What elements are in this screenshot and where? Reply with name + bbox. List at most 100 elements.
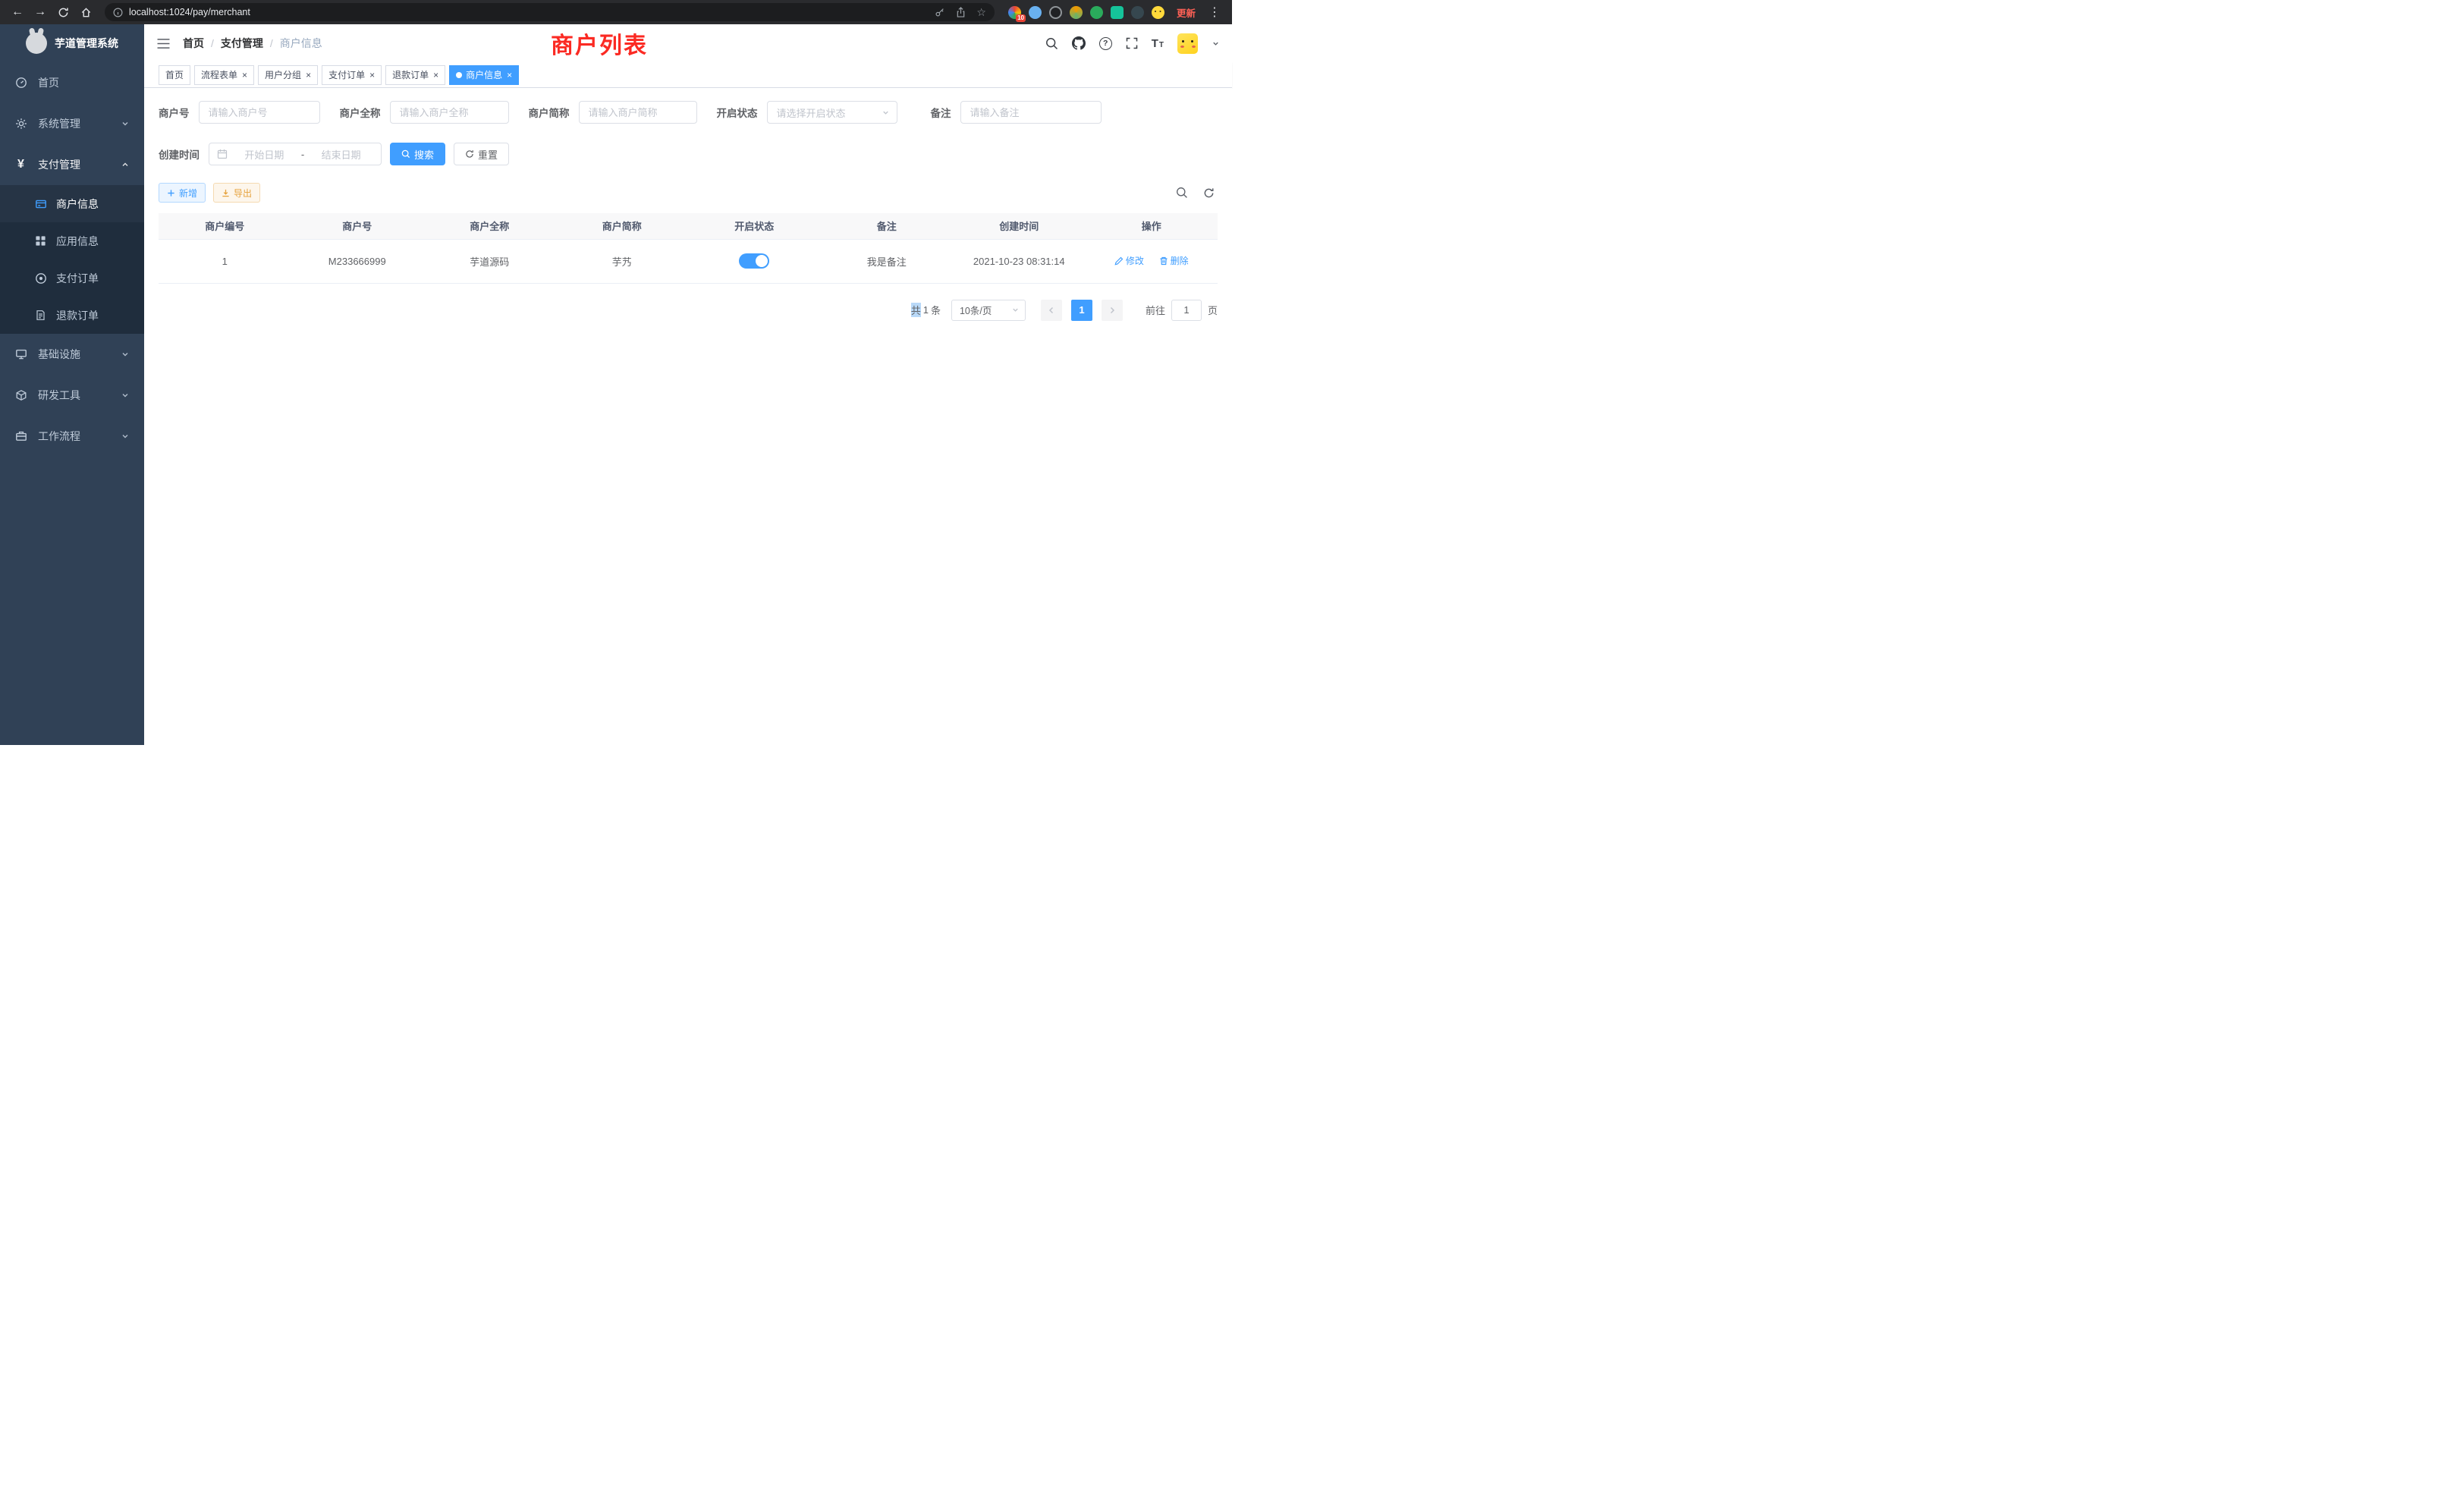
- browser-reload-icon[interactable]: [53, 2, 73, 22]
- date-range-picker[interactable]: 开始日期 - 结束日期: [209, 143, 382, 165]
- page-size-select[interactable]: 10条/页: [951, 300, 1026, 321]
- extension-icon-2[interactable]: [1049, 6, 1062, 19]
- browser-kebab-menu-icon[interactable]: ⋮: [1205, 2, 1224, 22]
- avatar-chevron-down-icon[interactable]: [1212, 39, 1220, 48]
- sidebar-item-label: 退款订单: [56, 308, 99, 323]
- tab-home[interactable]: 首页: [159, 65, 190, 85]
- col-header-actions: 操作: [1086, 213, 1218, 239]
- extension-icon-smiley[interactable]: [1152, 6, 1164, 19]
- grid-icon: [34, 235, 47, 247]
- status-select[interactable]: 请选择开启状态: [767, 101, 897, 124]
- browser-forward-icon[interactable]: →: [30, 2, 50, 22]
- share-icon[interactable]: [956, 7, 966, 18]
- browser-update-button[interactable]: 更新: [1177, 5, 1196, 20]
- address-bar[interactable]: localhost:1024/pay/merchant ☆: [105, 3, 995, 21]
- tab-process-form[interactable]: 流程表单 ×: [194, 65, 254, 85]
- browser-home-icon[interactable]: [76, 2, 96, 22]
- merchant-no-input[interactable]: [199, 101, 320, 124]
- col-header-merchant-no: 商户号: [291, 213, 424, 239]
- col-header-full-name: 商户全称: [423, 213, 556, 239]
- cell-merchant-no: M233666999: [291, 239, 424, 283]
- user-avatar[interactable]: [1177, 33, 1198, 54]
- sidebar-item-payment[interactable]: ¥ 支付管理: [0, 144, 144, 185]
- filter-create-time: 创建时间 开始日期 - 结束日期: [159, 143, 382, 165]
- page-content: 商户号 商户全称 商户简称 开启状态 请选择开启状态: [144, 88, 1232, 745]
- sidebar-item-pay-order[interactable]: 支付订单: [0, 259, 144, 297]
- payment-submenu: 商户信息 应用信息 支付订单: [0, 185, 144, 334]
- key-icon[interactable]: [935, 7, 945, 17]
- add-button[interactable]: 新增: [159, 183, 206, 203]
- tab-close-icon[interactable]: ×: [433, 71, 438, 80]
- cell-remark: 我是备注: [821, 239, 954, 283]
- delete-link-label: 删除: [1171, 254, 1189, 267]
- total-count: 1: [923, 304, 929, 316]
- browser-back-icon[interactable]: ←: [8, 2, 27, 22]
- sidebar-item-infrastructure[interactable]: 基础设施: [0, 334, 144, 375]
- toggle-search-icon[interactable]: [1176, 187, 1188, 199]
- hamburger-icon[interactable]: [156, 38, 171, 49]
- app-frame: 芋道管理系统 首页 系统管理 ¥ 支付管理: [0, 24, 1232, 745]
- full-name-input[interactable]: [390, 101, 509, 124]
- sidebar-item-app-info[interactable]: 应用信息: [0, 222, 144, 259]
- sidebar-item-label: 研发工具: [38, 388, 110, 403]
- refresh-icon[interactable]: [1203, 187, 1215, 199]
- tab-close-icon[interactable]: ×: [507, 71, 512, 80]
- document-icon: [34, 310, 47, 321]
- extension-icon-1[interactable]: [1029, 6, 1042, 19]
- reset-button[interactable]: 重置: [454, 143, 509, 165]
- app-logo[interactable]: 芋道管理系统: [0, 24, 144, 62]
- tab-merchant-info[interactable]: 商户信息 ×: [449, 65, 519, 85]
- remark-input[interactable]: [960, 101, 1102, 124]
- goto-page-input[interactable]: [1171, 300, 1202, 321]
- breadcrumb-separator: /: [270, 37, 273, 49]
- help-icon[interactable]: ?: [1099, 37, 1112, 50]
- extensions-puzzle-icon[interactable]: 10: [1008, 6, 1021, 19]
- search-icon[interactable]: [1045, 37, 1058, 50]
- tab-close-icon[interactable]: ×: [306, 71, 311, 80]
- table-toolbar-right: [1176, 187, 1218, 199]
- site-info-icon[interactable]: [113, 8, 123, 17]
- breadcrumb-payment[interactable]: 支付管理: [221, 36, 263, 51]
- full-name-label: 商户全称: [340, 105, 390, 120]
- extension-icon-5[interactable]: [1111, 6, 1124, 19]
- tab-user-group[interactable]: 用户分组 ×: [258, 65, 318, 85]
- col-header-short-name: 商户简称: [556, 213, 689, 239]
- sidebar-item-dev-tools[interactable]: 研发工具: [0, 375, 144, 416]
- sidebar-item-label: 支付管理: [38, 157, 110, 172]
- page-number-button[interactable]: 1: [1071, 300, 1092, 321]
- monitor-icon: [14, 348, 27, 360]
- edit-link[interactable]: 修改: [1114, 254, 1144, 267]
- breadcrumb: 首页 / 支付管理 / 商户信息: [183, 36, 322, 51]
- bookmark-star-icon[interactable]: ☆: [976, 7, 986, 17]
- tab-close-icon[interactable]: ×: [369, 71, 375, 80]
- filter-short-name: 商户简称: [529, 101, 697, 124]
- delete-link[interactable]: 删除: [1159, 254, 1189, 267]
- extension-icon-4[interactable]: [1090, 6, 1103, 19]
- date-separator: -: [301, 149, 304, 160]
- search-button[interactable]: 搜索: [390, 143, 445, 165]
- tab-close-icon[interactable]: ×: [242, 71, 247, 80]
- extension-icon-3[interactable]: [1070, 6, 1083, 19]
- short-name-input[interactable]: [579, 101, 697, 124]
- tab-pay-order[interactable]: 支付订单 ×: [322, 65, 382, 85]
- breadcrumb-home[interactable]: 首页: [183, 36, 204, 51]
- chevron-up-icon: [121, 160, 130, 169]
- page-size-value: 10条/页: [960, 303, 992, 317]
- prev-page-button[interactable]: [1041, 300, 1062, 321]
- sidebar-item-workflow[interactable]: 工作流程: [0, 416, 144, 457]
- status-toggle[interactable]: [739, 253, 769, 269]
- tab-refund-order[interactable]: 退款订单 ×: [385, 65, 445, 85]
- main-area: 首页 / 支付管理 / 商户信息 商户列表 ?: [144, 24, 1232, 745]
- sidebar-item-merchant-info[interactable]: 商户信息: [0, 185, 144, 222]
- github-icon[interactable]: [1072, 36, 1086, 50]
- fullscreen-icon[interactable]: [1126, 37, 1138, 49]
- table-row: 1 M233666999 芋道源码 芋艿 我是备注 2021-10-23 08:…: [159, 239, 1218, 283]
- filter-full-name: 商户全称: [340, 101, 509, 124]
- export-button[interactable]: 导出: [213, 183, 260, 203]
- sidebar-item-home[interactable]: 首页: [0, 62, 144, 103]
- extension-icon-6[interactable]: [1131, 6, 1144, 19]
- sidebar-item-refund-order[interactable]: 退款订单: [0, 297, 144, 334]
- next-page-button[interactable]: [1102, 300, 1123, 321]
- font-size-icon[interactable]: TT: [1152, 37, 1164, 50]
- sidebar-item-system[interactable]: 系统管理: [0, 103, 144, 144]
